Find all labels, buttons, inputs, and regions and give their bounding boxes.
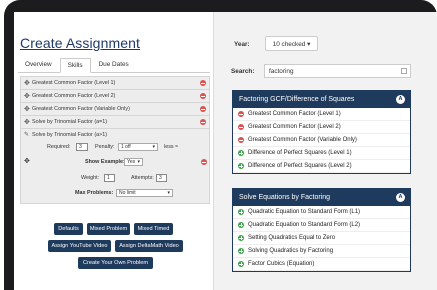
expanded-skill-label: Solve by Trinomial Factor (a>1) — [32, 131, 108, 138]
skill-item[interactable]: Greatest Common Factor (Level 2) — [233, 121, 410, 134]
skill-group-panel: Solve Equations by Factoring A Quadratic… — [232, 188, 411, 272]
drag-handle-icon[interactable]: ✥ — [24, 105, 32, 113]
add-icon[interactable] — [238, 209, 244, 215]
skill-group-title: Solve Equations by Factoring — [239, 194, 331, 201]
add-icon[interactable] — [238, 261, 244, 267]
add-all-badge[interactable]: A — [396, 193, 405, 202]
skill-item[interactable]: Greatest Common Factor (Level 1) — [233, 108, 410, 121]
attempts-input[interactable]: 3 — [156, 174, 167, 182]
skill-item-label: Difference of Perfect Squares (Level 2) — [248, 163, 352, 169]
skill-item-label: Quadratic Equation to Standard Form (L2) — [248, 222, 361, 228]
mixed-timed-button[interactable]: Mixed Timed — [134, 223, 173, 235]
screen: Create Assignment Overview Skills Due Da… — [14, 12, 437, 290]
penalty-suffix: less ≈ — [164, 144, 179, 150]
show-example-label: Show Example: — [85, 159, 125, 165]
search-input[interactable]: factoring — [264, 64, 411, 78]
skill-row[interactable]: ✥ Greatest Common Factor (Variable Only) — [21, 103, 209, 116]
skill-item[interactable]: Quadratic Equation to Standard Form (L1) — [233, 206, 410, 219]
skill-group-panel: Factoring GCF/Difference of Squares A Gr… — [232, 90, 411, 174]
expanded-skill-header[interactable]: ✎ Solve by Trinomial Factor (a>1) — [21, 129, 209, 140]
skill-item[interactable]: Solving Quadratics by Factoring — [233, 245, 410, 258]
drag-handle-icon[interactable]: ✥ — [24, 157, 30, 165]
skill-item-label: Quadratic Equation to Standard Form (L1) — [248, 209, 361, 215]
add-icon[interactable] — [238, 248, 244, 254]
skill-row[interactable]: ✥ Greatest Common Factor (Level 2) — [21, 90, 209, 103]
max-problems-select[interactable]: No limit — [116, 189, 173, 197]
assign-deltamath-button[interactable]: Assign DeltaMath Video — [115, 240, 183, 252]
skill-item[interactable]: Difference of Perfect Squares (Level 1) — [233, 147, 410, 160]
skills-list: ✥ Greatest Common Factor (Level 1) ✥ Gre… — [20, 76, 210, 204]
add-icon[interactable] — [238, 222, 244, 228]
skill-item-label: Solving Quadratics by Factoring — [248, 248, 334, 254]
add-icon[interactable] — [238, 235, 244, 241]
tab-bar: Overview Skills Due Dates — [18, 58, 210, 73]
year-label: Year: — [234, 41, 250, 48]
skill-item-label: Greatest Common Factor (Level 1) — [248, 111, 341, 117]
skill-group-header[interactable]: Factoring GCF/Difference of Squares A — [233, 91, 410, 108]
remove-icon[interactable] — [200, 93, 206, 99]
attempts-label: Attempts: — [131, 175, 154, 181]
skill-item-label: Greatest Common Factor (Level 2) — [248, 124, 341, 130]
create-own-problem-button[interactable]: Create Your Own Problem — [78, 257, 153, 269]
remove-icon[interactable] — [238, 124, 244, 130]
assignment-editor: Create Assignment Overview Skills Due Da… — [14, 12, 213, 290]
remove-icon[interactable] — [200, 106, 206, 112]
remove-icon[interactable] — [201, 159, 207, 165]
skill-label: Greatest Common Factor (Level 2) — [32, 93, 116, 99]
search-label: Search: — [231, 68, 255, 75]
assign-youtube-button[interactable]: Assign YouTube Video — [48, 240, 111, 252]
remove-icon[interactable] — [238, 137, 244, 143]
skill-item[interactable]: Setting Quadratics Equal to Zero — [233, 232, 410, 245]
skill-label: Greatest Common Factor (Level 1) — [32, 80, 116, 86]
show-example-select[interactable]: Yes — [124, 158, 143, 166]
mixed-problem-button[interactable]: Mixed Problem — [87, 223, 130, 235]
remove-icon[interactable] — [238, 111, 244, 117]
required-label: Required: — [47, 144, 71, 150]
remove-icon[interactable] — [200, 80, 206, 86]
weight-input[interactable]: 1 — [104, 174, 115, 182]
clear-search-icon[interactable] — [401, 68, 407, 74]
skill-library: Year: 10 checked ▾ Search: factoring Fac… — [214, 12, 437, 290]
skill-row[interactable]: ✥ Solve by Trinomial Factor (a=1) — [21, 116, 209, 129]
skill-label: Greatest Common Factor (Variable Only) — [32, 106, 130, 112]
skill-item-label: Factor Cubics (Equation) — [248, 261, 315, 267]
search-value: factoring — [269, 67, 294, 75]
skill-item-label: Greatest Common Factor (Variable Only) — [248, 137, 357, 143]
add-icon[interactable] — [238, 150, 244, 156]
penalty-label: Penalty: — [95, 144, 115, 150]
skill-item[interactable]: Difference of Perfect Squares (Level 2) — [233, 160, 410, 173]
remove-icon[interactable] — [200, 119, 206, 125]
drag-handle-icon[interactable]: ✥ — [24, 92, 32, 100]
required-input[interactable]: 3 — [76, 143, 88, 151]
skill-settings-expanded: ✎ Solve by Trinomial Factor (a>1) Requir… — [21, 129, 209, 203]
tab-due-dates[interactable]: Due Dates — [92, 58, 136, 72]
add-all-badge[interactable]: A — [396, 95, 405, 104]
tab-skills[interactable]: Skills — [59, 58, 91, 73]
skill-group-header[interactable]: Solve Equations by Factoring A — [233, 189, 410, 206]
skill-row[interactable]: ✥ Greatest Common Factor (Level 1) — [21, 77, 209, 90]
drag-handle-icon[interactable]: ✥ — [24, 118, 32, 126]
skill-item-label: Difference of Perfect Squares (Level 1) — [248, 150, 352, 156]
defaults-button[interactable]: Defaults — [54, 223, 83, 235]
drag-handle-icon[interactable]: ✥ — [24, 79, 32, 87]
skill-item[interactable]: Greatest Common Factor (Variable Only) — [233, 134, 410, 147]
skill-group-title: Factoring GCF/Difference of Squares — [239, 96, 355, 103]
add-icon[interactable] — [238, 163, 244, 169]
max-problems-label: Max Problems: — [75, 190, 114, 196]
skill-item[interactable]: Factor Cubics (Equation) — [233, 258, 410, 271]
page-title: Create Assignment — [20, 35, 140, 51]
skill-label: Solve by Trinomial Factor (a=1) — [32, 119, 108, 125]
weight-label: Weight: — [81, 175, 100, 181]
skill-item[interactable]: Quadratic Equation to Standard Form (L2) — [233, 219, 410, 232]
year-dropdown[interactable]: 10 checked ▾ — [265, 36, 318, 51]
penalty-select[interactable]: 1 off — [118, 143, 158, 151]
skill-item-label: Setting Quadratics Equal to Zero — [248, 235, 336, 241]
tab-overview[interactable]: Overview — [18, 58, 59, 72]
pencil-icon[interactable]: ✎ — [24, 131, 32, 138]
